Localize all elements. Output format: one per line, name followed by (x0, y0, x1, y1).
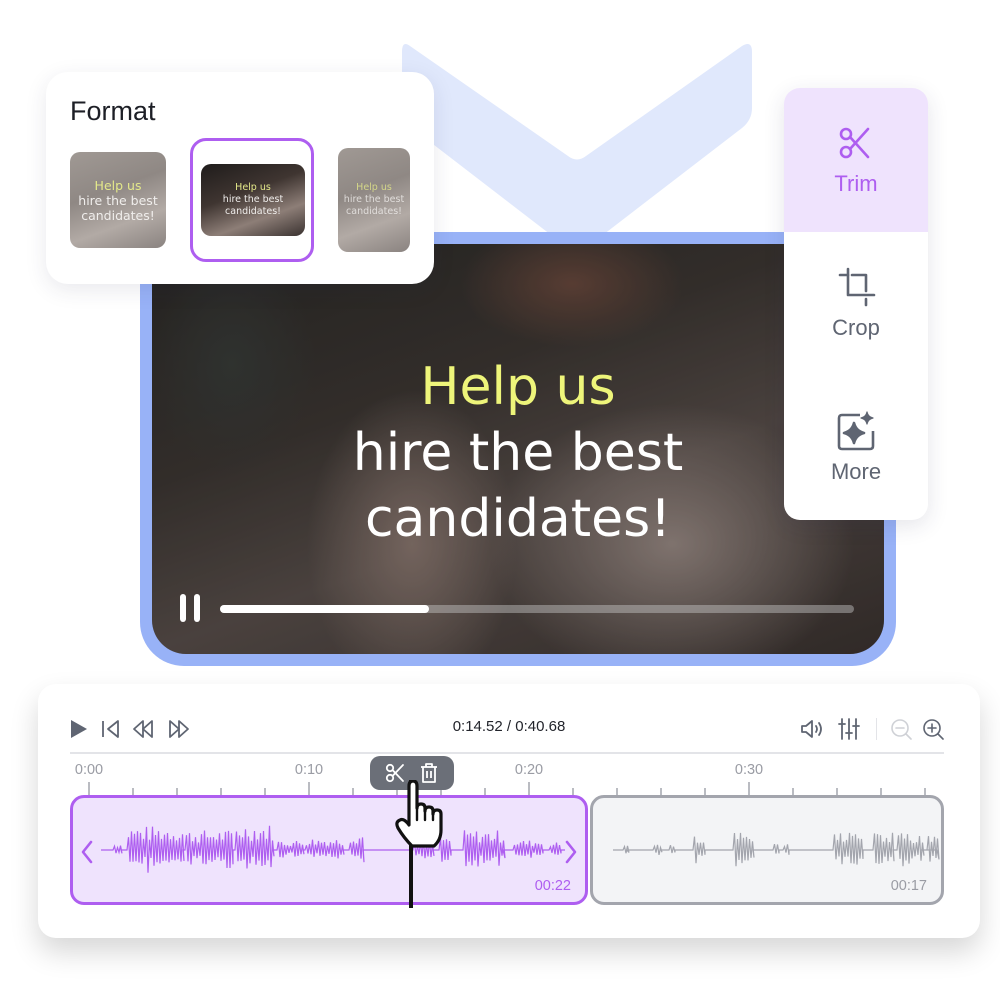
format-panel: Format Help us hire the best candidates!… (46, 72, 434, 284)
thumb-caption-line-3: candidates! (346, 206, 402, 217)
audio-waveform (101, 825, 565, 873)
format-option-square[interactable]: Help us hire the best candidates! (70, 152, 166, 248)
caption-line-3: candidates! (364, 489, 672, 549)
waveform-path (101, 825, 565, 873)
video-player-frame: Help us hire the best candidates! (140, 232, 896, 666)
tools-panel: Trim Crop More (784, 88, 928, 520)
timeline-divider (70, 752, 944, 754)
tool-trim[interactable]: Trim (784, 88, 928, 232)
thumb-caption-line-3: candidates! (225, 206, 281, 217)
scissors-icon (839, 127, 870, 159)
audio-waveform (613, 832, 940, 867)
waveform-path (613, 832, 940, 867)
audio-clip-selected[interactable]: 00:22 (70, 795, 588, 905)
crop-icon (838, 267, 876, 307)
tick-label-20: 0:20 (514, 762, 544, 778)
thumb-caption-line-2: hire the best (343, 194, 405, 205)
toolbar-divider (876, 718, 877, 740)
zoom-in-icon[interactable] (922, 718, 944, 740)
caption-line-2: hire the best (352, 423, 684, 483)
hand-pointer-cursor-icon (395, 780, 443, 848)
trim-handle-left[interactable] (79, 838, 95, 866)
thumb-caption-line-2: hire the best (222, 194, 284, 205)
tool-more[interactable]: More (784, 376, 928, 520)
tick-label-0: 0:00 (74, 762, 104, 778)
thumb-caption-line-1: Help us (235, 182, 271, 193)
video-caption: Help us hire the best candidates! (152, 354, 884, 552)
format-option-landscape[interactable]: Help us hire the best candidates! (201, 164, 305, 236)
tick-label-10: 0:10 (294, 762, 324, 778)
clip-duration: 00:17 (890, 878, 927, 894)
timeline-editor: 0:14.52 / 0:40.68 0:00 0:10 0:20 0:30 00… (38, 684, 980, 938)
clip-duration: 00:22 (534, 878, 571, 894)
thumb-caption-line-2: hire the best (78, 192, 158, 208)
tool-more-label: More (830, 459, 882, 484)
format-option-landscape-selected[interactable]: Help us hire the best candidates! (190, 138, 314, 262)
video-preview[interactable]: Help us hire the best candidates! (152, 244, 884, 654)
caption-line-1: Help us (420, 357, 616, 417)
pause-button[interactable] (180, 594, 202, 622)
format-option-portrait[interactable]: Help us hire the best candidates! (338, 148, 410, 252)
video-progress-fill (220, 605, 430, 613)
thumb-caption-line-1: Help us (356, 182, 392, 193)
sliders-icon[interactable] (838, 718, 860, 740)
sparkle-icon (837, 411, 875, 451)
tool-trim-label: Trim (834, 171, 878, 196)
tick-label-30: 0:30 (734, 762, 764, 778)
background-chevron-shape (402, 44, 752, 252)
zoom-out-icon[interactable] (890, 718, 912, 740)
trim-handle-right[interactable] (563, 838, 579, 866)
thumb-caption-line-1: Help us (94, 177, 142, 193)
thumb-caption-line-3: candidates! (81, 207, 155, 223)
tool-crop[interactable]: Crop (784, 232, 928, 376)
video-progress-bar[interactable] (220, 605, 854, 613)
timeline-ruler[interactable] (38, 782, 980, 796)
volume-icon[interactable] (800, 718, 826, 740)
format-panel-title: Format (70, 96, 156, 126)
tool-crop-label: Crop (832, 315, 880, 340)
audio-clip[interactable]: 00:17 (590, 795, 944, 905)
